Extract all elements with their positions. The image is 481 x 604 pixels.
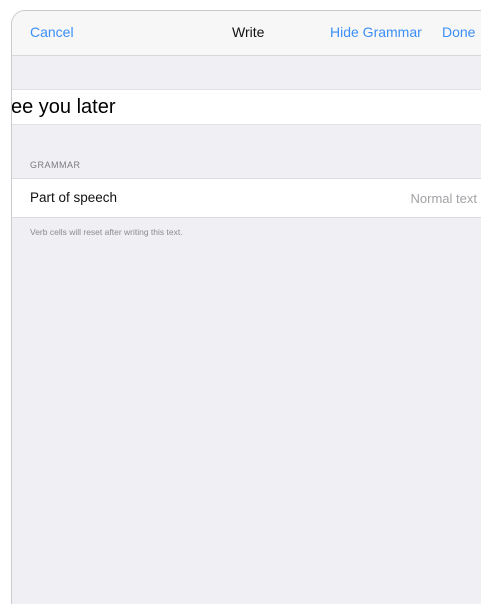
part-of-speech-value: Normal text xyxy=(410,191,477,206)
write-sheet: Cancel Write Hide Grammar Done GRAMMAR P… xyxy=(11,10,481,604)
grammar-footer-note: Verb cells will reset after writing this… xyxy=(30,227,183,237)
part-of-speech-row[interactable]: Part of speech Normal text xyxy=(12,178,481,218)
page-title: Write xyxy=(232,24,265,40)
grammar-section-header: GRAMMAR xyxy=(30,160,81,170)
cancel-button[interactable]: Cancel xyxy=(30,23,74,41)
navigation-bar: Cancel Write Hide Grammar Done xyxy=(12,11,481,56)
text-entry-field[interactable] xyxy=(12,89,481,125)
part-of-speech-label: Part of speech xyxy=(30,190,118,205)
text-input[interactable] xyxy=(12,90,481,124)
hide-grammar-button[interactable]: Hide Grammar xyxy=(330,23,422,41)
done-button[interactable]: Done xyxy=(442,23,475,41)
